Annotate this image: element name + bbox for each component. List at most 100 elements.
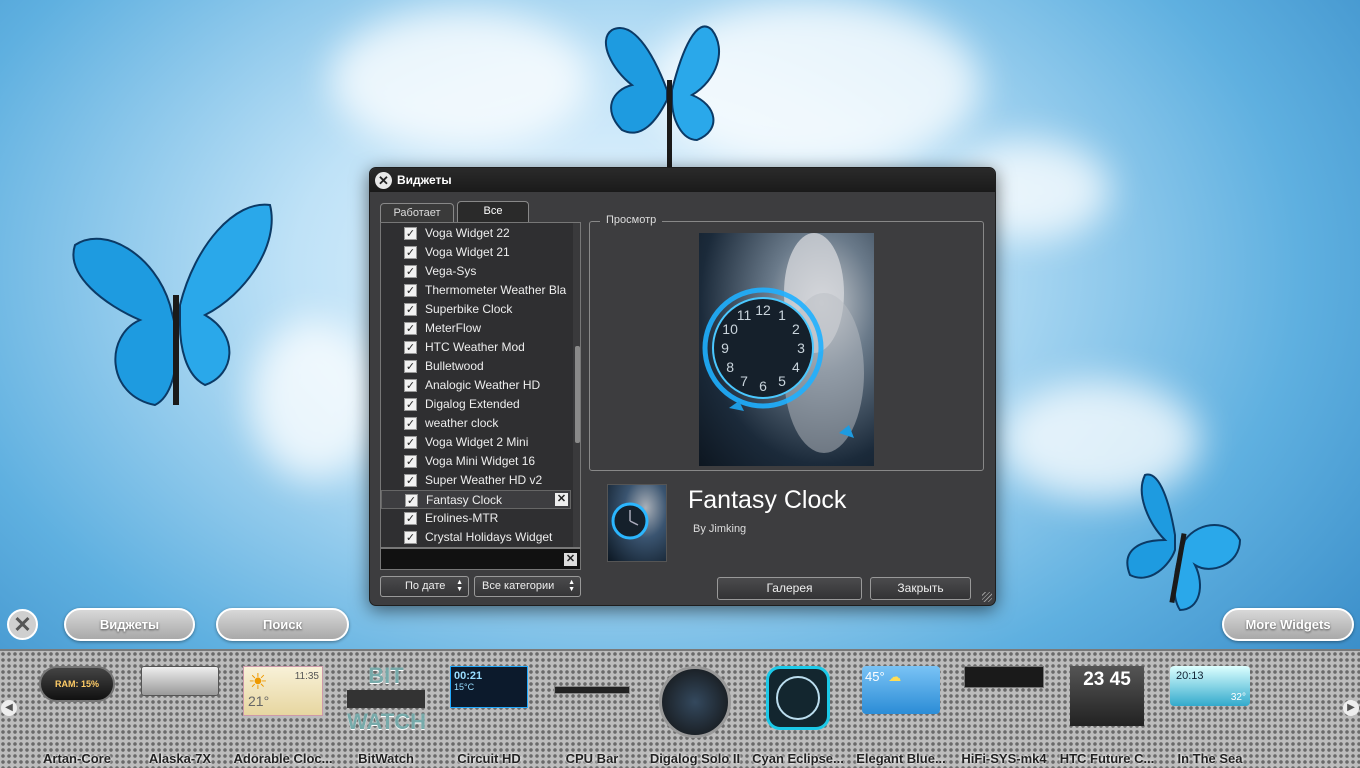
dock-widget-text: 20:13 <box>1176 670 1204 682</box>
checkbox[interactable]: ✓ <box>404 284 417 297</box>
checkbox[interactable]: ✓ <box>404 417 417 430</box>
list-item[interactable]: ✓ Voga Widget 21 <box>381 243 571 262</box>
scroll-left-icon[interactable]: ◀ <box>1 700 17 716</box>
scroll-right-icon[interactable]: ▶ <box>1343 700 1359 716</box>
checkbox[interactable]: ✓ <box>404 398 417 411</box>
dock-widget-label: Circuit HD <box>457 751 521 766</box>
dock-widget-item[interactable]: 45° ☁ Elegant Blue... <box>849 651 953 768</box>
list-item[interactable]: ✓ Bulletwood <box>381 357 571 376</box>
list-item-label: Voga Widget 22 <box>425 226 510 240</box>
dock-widget-item[interactable]: CPU Bar <box>540 651 644 768</box>
list-scrollbar[interactable] <box>573 223 580 547</box>
clock-numeral: 8 <box>726 359 734 375</box>
dock-widget-temp: 45° <box>865 669 885 684</box>
list-item[interactable]: ✓ Analogic Weather HD <box>381 376 571 395</box>
close-icon[interactable]: ✕ <box>7 609 38 640</box>
list-item[interactable]: ✓ HTC Weather Mod <box>381 338 571 357</box>
gallery-button[interactable]: Галерея <box>717 577 862 600</box>
more-widgets-button[interactable]: More Widgets <box>1222 608 1354 641</box>
list-item-label: Thermometer Weather Bla <box>425 283 567 297</box>
dock-widget-text: 00:21 <box>454 670 483 682</box>
widgets-button[interactable]: Виджеты <box>64 608 195 641</box>
list-item-label: weather clock <box>425 416 499 430</box>
bitwatch-icon: BIT WATCH <box>347 665 426 744</box>
category-selector[interactable]: Все категории ▲ ▼ <box>474 576 581 597</box>
clock-numeral: 2 <box>792 321 800 337</box>
widgets-dialog: ✕ Виджеты Работает Все ✓ Voga Widget 22 ✓ V… <box>369 167 996 606</box>
close-button[interactable]: Закрыть <box>870 577 971 600</box>
widget-name: Fantasy Clock <box>688 486 847 514</box>
dock-widget-label: Cyan Eclipse... <box>752 751 844 766</box>
clock-numeral: 6 <box>759 378 767 394</box>
list-item[interactable]: ✓ weather clock <box>381 414 571 433</box>
dock-widget-temp: 15°C <box>454 682 475 692</box>
sort-label: По дате <box>405 580 446 592</box>
dock-widget-item[interactable]: Cyan Eclipse... <box>746 651 850 768</box>
dock-widget-item[interactable]: 00:21 15°C Circuit HD <box>437 651 541 768</box>
dock-widget-text: 11:35 <box>294 671 319 682</box>
search-button[interactable]: Поиск <box>216 608 349 641</box>
checkbox[interactable]: ✓ <box>404 322 417 335</box>
spin-arrows-icon: ▲ ▼ <box>568 579 575 593</box>
dock-widget-item[interactable]: Digalog Solo II <box>643 651 747 768</box>
checkbox[interactable]: ✓ <box>404 531 417 544</box>
dock-widget-label: Digalog Solo II <box>649 751 741 766</box>
dock-widget-item[interactable]: 20:13 32° In The Sea <box>1158 651 1262 768</box>
checkbox[interactable]: ✓ <box>404 455 417 468</box>
remove-widget-icon[interactable]: ✕ <box>555 493 568 506</box>
checkbox[interactable]: ✓ <box>404 379 417 392</box>
dock-widget-label: Elegant Blue... <box>856 751 946 766</box>
list-item[interactable]: ✓ Fantasy Clock ✕ <box>381 490 571 509</box>
clock-numeral: 9 <box>721 340 729 356</box>
dock-widget-temp: 32° <box>1230 692 1246 703</box>
list-item[interactable]: ✓ MeterFlow <box>381 319 571 338</box>
list-item[interactable]: ✓ Superbike Clock <box>381 300 571 319</box>
checkbox[interactable]: ✓ <box>404 227 417 240</box>
checkbox[interactable]: ✓ <box>404 246 417 259</box>
list-item-label: Erolines-MTR <box>425 511 499 525</box>
list-item[interactable]: ✓ Digalog Extended <box>381 395 571 414</box>
resize-grip-icon[interactable] <box>982 592 992 602</box>
clear-search-icon[interactable]: ✕ <box>564 553 577 566</box>
cyan-eclipse-icon <box>766 666 830 730</box>
tab-running[interactable]: Работает <box>380 203 454 222</box>
checkbox[interactable]: ✓ <box>404 474 417 487</box>
checkbox[interactable]: ✓ <box>405 494 418 507</box>
dialog-titlebar[interactable]: ✕ Виджеты <box>370 168 995 192</box>
dock-widget-item[interactable]: ☀ 11:35 21° Adorable Cloc... <box>231 651 335 768</box>
dock-widget-label: In The Sea <box>1177 751 1243 766</box>
list-item[interactable]: ✓ Crystal Holidays Widget <box>381 528 571 547</box>
checkbox[interactable]: ✓ <box>404 265 417 278</box>
checkbox[interactable]: ✓ <box>404 341 417 354</box>
list-item[interactable]: ✓ Thermometer Weather Bla <box>381 281 571 300</box>
checkbox[interactable]: ✓ <box>404 360 417 373</box>
list-item-label: Super Weather HD v2 <box>425 473 543 487</box>
clock-numeral: 11 <box>737 307 752 323</box>
dock-widget-label: HiFi-SYS-mk4 <box>961 751 1047 766</box>
list-item[interactable]: ✓ Vega-Sys <box>381 262 571 281</box>
dialog-close-icon[interactable]: ✕ <box>375 172 392 189</box>
sort-selector[interactable]: По дате ▲ ▼ <box>380 576 469 597</box>
list-scroll-thumb[interactable] <box>575 346 580 443</box>
tab-all[interactable]: Все <box>457 201 529 222</box>
widget-preview-image: 12 1 2 3 4 5 6 7 8 9 10 11 <box>699 233 874 466</box>
dock-widget-item[interactable]: HiFi-SYS-mk4 <box>952 651 1056 768</box>
dock-widget-item[interactable]: BIT WATCH BitWatch <box>334 651 438 768</box>
widget-list[interactable]: ✓ Voga Widget 22 ✓ Voga Widget 21 ✓ Vega-Sys ✓… <box>380 222 581 548</box>
checkbox[interactable]: ✓ <box>404 436 417 449</box>
list-item[interactable]: ✓ Erolines-MTR <box>381 509 571 528</box>
dialog-title: Виджеты <box>397 173 452 187</box>
dock-widget-item[interactable]: RAM: 15% Artan-Core <box>25 651 129 768</box>
search-input[interactable]: ✕ <box>380 548 581 570</box>
clock-numeral: 4 <box>792 359 800 375</box>
in-the-sea-icon: 20:13 32° <box>1170 666 1250 706</box>
checkbox[interactable]: ✓ <box>404 512 417 525</box>
checkbox[interactable]: ✓ <box>404 303 417 316</box>
list-item[interactable]: ✓ Voga Widget 22 <box>381 224 571 243</box>
dock-widget-text: 45 <box>1109 669 1131 690</box>
dock-widget-item[interactable]: Alaska-7X <box>128 651 232 768</box>
dock-widget-item[interactable]: 23 45 HTC Future C... <box>1055 651 1159 768</box>
list-item[interactable]: ✓ Super Weather HD v2 <box>381 471 571 490</box>
list-item[interactable]: ✓ Voga Mini Widget 16 <box>381 452 571 471</box>
list-item[interactable]: ✓ Voga Widget 2 Mini <box>381 433 571 452</box>
